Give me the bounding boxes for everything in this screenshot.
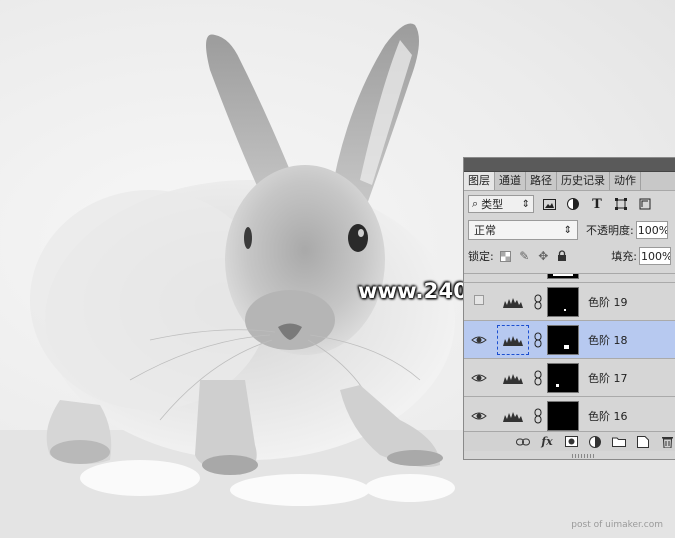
fill-input[interactable]: 100%	[639, 247, 671, 265]
chevron-updown-icon: ⇕	[521, 198, 530, 210]
trash-icon[interactable]	[660, 435, 674, 449]
lock-image-pixels-icon[interactable]: ✎	[517, 248, 532, 264]
lock-transparent-pixels-icon[interactable]	[498, 248, 513, 264]
layer-mask-thumbnail[interactable]	[547, 401, 579, 431]
levels-adjustment-icon	[497, 274, 529, 279]
lock-position-icon[interactable]: ✥	[536, 248, 551, 264]
layer-mask-thumbnail[interactable]	[547, 274, 579, 279]
layer-filter-select[interactable]: ⌕ 类型 ⇕	[468, 195, 534, 213]
lock-row: 锁定: ✎ ✥ 填充: 100%	[464, 243, 675, 269]
layer-name: 色阶 17	[588, 372, 628, 385]
levels-adjustment-icon	[497, 325, 529, 355]
search-icon: ⌕	[472, 197, 479, 210]
lock-label: 锁定:	[468, 250, 494, 263]
opacity-label: 不透明度:	[586, 224, 634, 237]
link-icon[interactable]	[516, 435, 530, 449]
blend-mode-select[interactable]: 正常 ⇕	[468, 220, 578, 240]
tab-actions[interactable]: 动作	[610, 172, 641, 190]
levels-adjustment-icon	[497, 401, 529, 431]
layer-row[interactable]: 色阶 20	[464, 274, 675, 283]
levels-adjustment-icon	[497, 363, 529, 393]
layer-row[interactable]: 色阶 16	[464, 397, 675, 434]
layer-list[interactable]: 色阶 20 色阶 19	[464, 273, 675, 434]
new-layer-icon[interactable]	[636, 435, 650, 449]
adjustment-icon[interactable]	[588, 435, 602, 449]
shape-filter-icon[interactable]	[612, 195, 630, 213]
visibility-toggle[interactable]	[474, 295, 484, 305]
layer-name: 色阶 18	[588, 334, 628, 347]
tab-channels[interactable]: 通道	[495, 172, 526, 190]
mask-white-area	[553, 274, 573, 276]
layer-row-selected[interactable]: 色阶 18	[464, 321, 675, 359]
fx-icon[interactable]: fx	[540, 435, 554, 449]
eye-icon[interactable]	[471, 332, 487, 348]
chevron-updown-icon: ⇕	[563, 224, 572, 236]
layer-mask-thumbnail[interactable]	[547, 325, 579, 355]
fill-label: 填充:	[611, 250, 637, 263]
credit-text: post of uimaker.com	[571, 520, 663, 530]
filter-row: ⌕ 类型 ⇕ T	[464, 191, 675, 217]
mask-white-area	[564, 309, 566, 311]
layer-name: 色阶 19	[588, 296, 628, 309]
adjustment-filter-icon[interactable]	[564, 195, 582, 213]
image-filter-icon[interactable]	[540, 195, 558, 213]
mask-white-area	[564, 345, 569, 349]
layer-row[interactable]: 色阶 17	[464, 359, 675, 397]
smart-object-filter-icon[interactable]	[636, 195, 654, 213]
tab-paths[interactable]: 路径	[526, 172, 557, 190]
layers-bottom-toolbar: fx	[464, 431, 675, 451]
layer-mask-thumbnail[interactable]	[547, 287, 579, 317]
mask-white-area	[556, 384, 559, 387]
mask-icon[interactable]	[564, 435, 578, 449]
mask-link-icon[interactable]	[533, 369, 543, 387]
layers-panel: 图层 通道 路径 历史记录 动作 ⌕ 类型 ⇕ T 正常 ⇕ 不透明度: 100	[463, 157, 675, 460]
blend-row: 正常 ⇕ 不透明度: 100%	[464, 217, 675, 243]
tab-layers[interactable]: 图层	[464, 172, 495, 190]
layer-mask-thumbnail[interactable]	[547, 363, 579, 393]
filter-label: 类型	[481, 198, 504, 211]
mask-link-icon[interactable]	[533, 407, 543, 425]
eye-icon[interactable]	[471, 408, 487, 424]
opacity-input[interactable]: 100%	[635, 221, 668, 239]
type-filter-icon[interactable]: T	[588, 195, 606, 213]
layer-name: 色阶 16	[588, 410, 628, 423]
panel-resize-grip[interactable]	[572, 454, 594, 458]
mask-link-icon[interactable]	[533, 293, 543, 311]
layer-row[interactable]: 色阶 19	[464, 283, 675, 321]
panel-tabs: 图层 通道 路径 历史记录 动作	[464, 172, 675, 191]
folder-icon[interactable]	[612, 435, 626, 449]
panel-titlebar[interactable]	[464, 158, 675, 172]
lock-all-icon[interactable]	[555, 248, 570, 264]
levels-adjustment-icon	[497, 287, 529, 317]
tab-history[interactable]: 历史记录	[557, 172, 610, 190]
blend-mode-value: 正常	[474, 224, 496, 237]
eye-icon[interactable]	[471, 370, 487, 386]
mask-link-icon[interactable]	[533, 331, 543, 349]
